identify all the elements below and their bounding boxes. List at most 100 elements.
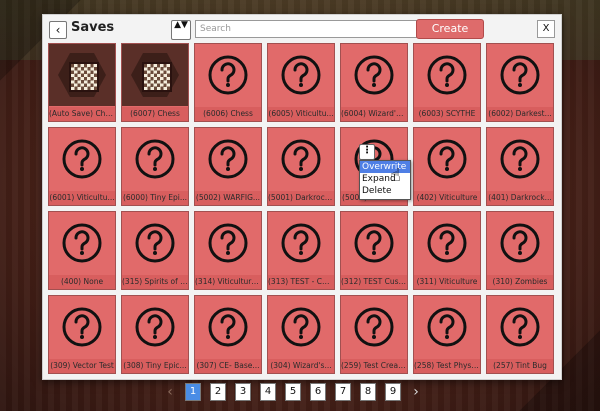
- save-card[interactable]: (Auto Save) Chess: [48, 43, 116, 122]
- save-thumbnail: [268, 212, 334, 274]
- saves-panel: ‹ Saves ▲▼ Create X (Auto Save) Chess (60…: [42, 14, 562, 380]
- save-thumbnail: [268, 128, 334, 190]
- save-card[interactable]: (315) Spirits of t...: [121, 211, 189, 290]
- save-card[interactable]: (314) Viticulture...: [194, 211, 262, 290]
- save-card[interactable]: (6002) Darkest...: [486, 43, 554, 122]
- save-thumbnail: [122, 296, 188, 358]
- page-button-1[interactable]: 1: [185, 383, 201, 401]
- save-label: (6006) Chess: [195, 107, 261, 121]
- save-label: (6001) Viticultu...: [49, 191, 115, 205]
- save-thumbnail: [122, 212, 188, 274]
- save-thumbnail: [487, 128, 553, 190]
- save-card[interactable]: (304) Wizard's...: [267, 295, 335, 374]
- save-card[interactable]: (311) Viticulture: [413, 211, 481, 290]
- question-mark-icon: [500, 223, 540, 263]
- search-input[interactable]: [195, 20, 417, 38]
- prev-page-button[interactable]: ‹: [164, 384, 176, 400]
- question-mark-icon: [354, 55, 394, 95]
- save-card[interactable]: (6000) Tiny Epi...: [121, 127, 189, 206]
- question-mark-icon: [500, 55, 540, 95]
- page-button-4[interactable]: 4: [260, 383, 276, 401]
- save-card[interactable]: (6007) Chess: [121, 43, 189, 122]
- save-card[interactable]: (6004) Wizard's...: [340, 43, 408, 122]
- save-thumbnail: [268, 44, 334, 106]
- question-mark-icon: [135, 307, 175, 347]
- question-mark-icon: [427, 223, 467, 263]
- chess-board-icon: [49, 44, 115, 106]
- save-thumbnail: [122, 128, 188, 190]
- save-card[interactable]: (5002) WARFIG...: [194, 127, 262, 206]
- save-thumbnail: [195, 128, 261, 190]
- close-button[interactable]: X: [537, 20, 555, 38]
- save-label: (401) Darkrock...: [487, 191, 553, 205]
- save-label: (5002) WARFIG...: [195, 191, 261, 205]
- page-button-6[interactable]: 6: [310, 383, 326, 401]
- question-mark-icon: [354, 223, 394, 263]
- save-card[interactable]: (308) Tiny Epic...: [121, 295, 189, 374]
- save-thumbnail: [122, 44, 188, 106]
- question-mark-icon: [427, 307, 467, 347]
- save-card[interactable]: (402) Viticulture: [413, 127, 481, 206]
- page-button-3[interactable]: 3: [235, 383, 251, 401]
- save-card[interactable]: (309) Vector Test: [48, 295, 116, 374]
- question-mark-icon: [62, 139, 102, 179]
- save-card[interactable]: (258) Test Physi...: [413, 295, 481, 374]
- save-thumbnail: [414, 128, 480, 190]
- save-card[interactable]: (5001) Darkrock...: [267, 127, 335, 206]
- question-mark-icon: [281, 223, 321, 263]
- save-label: (6005) Viticultu...: [268, 107, 334, 121]
- save-card[interactable]: (6001) Viticultu...: [48, 127, 116, 206]
- save-thumbnail: [414, 296, 480, 358]
- question-mark-icon: [354, 307, 394, 347]
- save-card[interactable]: (400) None: [48, 211, 116, 290]
- save-label: (402) Viticulture: [414, 191, 480, 205]
- create-button[interactable]: Create: [416, 19, 484, 39]
- save-card[interactable]: (259) Test Creat...: [340, 295, 408, 374]
- page-button-9[interactable]: 9: [385, 383, 401, 401]
- page-button-2[interactable]: 2: [210, 383, 226, 401]
- page-button-8[interactable]: 8: [360, 383, 376, 401]
- save-label: (5001) Darkrock...: [268, 191, 334, 205]
- save-thumbnail: [195, 212, 261, 274]
- menu-item-overwrite[interactable]: Overwrite: [360, 161, 410, 173]
- menu-item-delete[interactable]: Delete: [360, 185, 410, 197]
- save-card[interactable]: (307) CE- Base...: [194, 295, 262, 374]
- save-label: (310) Zombies: [487, 275, 553, 289]
- chess-board-icon: [122, 44, 188, 106]
- save-thumbnail: [268, 296, 334, 358]
- question-mark-icon: [427, 55, 467, 95]
- save-card[interactable]: (6006) Chess: [194, 43, 262, 122]
- save-card[interactable]: (313) TEST - Cus...: [267, 211, 335, 290]
- sort-button[interactable]: ▲▼: [171, 20, 191, 40]
- back-button[interactable]: ‹: [49, 21, 67, 39]
- save-label: (6002) Darkest...: [487, 107, 553, 121]
- page-button-5[interactable]: 5: [285, 383, 301, 401]
- save-card[interactable]: (6003) SCYTHE: [413, 43, 481, 122]
- save-label: (315) Spirits of t...: [122, 275, 188, 289]
- save-thumbnail: [414, 212, 480, 274]
- pagination: ‹ 1 2 3 4 5 6 7 8 9 ›: [164, 383, 422, 401]
- question-mark-icon: [62, 307, 102, 347]
- next-page-button[interactable]: ›: [410, 384, 422, 400]
- question-mark-icon: [427, 139, 467, 179]
- question-mark-icon: [208, 307, 248, 347]
- save-label: (Auto Save) Chess: [49, 107, 115, 121]
- save-card[interactable]: (310) Zombies: [486, 211, 554, 290]
- save-label: (309) Vector Test: [49, 359, 115, 373]
- menu-item-expand[interactable]: Expand: [360, 173, 410, 185]
- page-button-7[interactable]: 7: [335, 383, 351, 401]
- save-card[interactable]: (6005) Viticultu...: [267, 43, 335, 122]
- save-thumbnail: [487, 212, 553, 274]
- save-thumbnail: [195, 296, 261, 358]
- save-label: (6004) Wizard's...: [341, 107, 407, 121]
- save-thumbnail: [487, 296, 553, 358]
- save-card[interactable]: (401) Darkrock...: [486, 127, 554, 206]
- save-label: (314) Viticulture...: [195, 275, 261, 289]
- save-label: (258) Test Physi...: [414, 359, 480, 373]
- kebab-menu-icon[interactable]: ⋮: [359, 144, 375, 160]
- save-card[interactable]: (257) Tint Bug: [486, 295, 554, 374]
- question-mark-icon: [208, 139, 248, 179]
- save-label: (259) Test Creat...: [341, 359, 407, 373]
- save-label: (307) CE- Base...: [195, 359, 261, 373]
- save-card[interactable]: (312) TEST Cust...: [340, 211, 408, 290]
